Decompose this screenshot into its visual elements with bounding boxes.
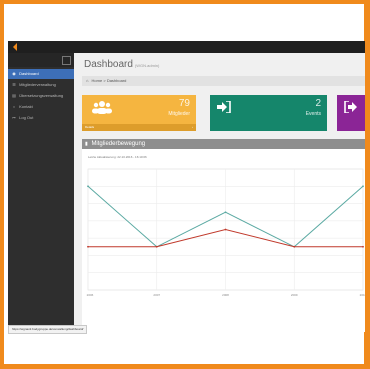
- frame-border-bottom: [0, 364, 370, 369]
- events-card[interactable]: 2 Events: [210, 95, 327, 131]
- browser-status-url: https://wgnav2.bodygruppe.de/verwaltung/…: [8, 325, 88, 334]
- events-count: 2: [315, 98, 321, 109]
- sidebar-item-uebersetzungsverwaltung[interactable]: ▤ Übersetzungsverwaltung: [8, 91, 74, 101]
- contact-icon: ○: [12, 104, 16, 109]
- chart-x-tick-label: 2007: [153, 293, 160, 297]
- sidebar: ◉ Dashboard ☰ Mitgliederverwaltung ▤ Übe…: [8, 53, 74, 332]
- members-card-footer[interactable]: Details ›: [82, 124, 196, 131]
- sidebar-item-label: Übersetzungsverwaltung: [19, 93, 64, 98]
- translate-icon: ▤: [12, 93, 16, 98]
- members-card-details-link[interactable]: Details: [85, 125, 94, 129]
- sidebar-item-dashboard[interactable]: ◉ Dashboard: [8, 69, 74, 79]
- chart-x-axis: 2006 2007 2008 2009 2010: [87, 293, 365, 297]
- sidebar-item-kontakt[interactable]: ○ Kontakt: [8, 102, 74, 112]
- members-label: Mitglieder: [168, 111, 190, 117]
- chart-point-1-2008[interactable]: [224, 211, 227, 214]
- chart-point-2-2006[interactable]: [87, 245, 89, 248]
- chart-point-2-2008[interactable]: [224, 228, 227, 231]
- panel-header: ▮ Mitgliederbewegung: [82, 139, 365, 149]
- brand-logo-icon[interactable]: [13, 43, 17, 51]
- sidebar-item-label: Dashboard: [19, 71, 39, 76]
- panel-last-updated: Letzte Aktualisierung: 22.10.2016 - 16:1…: [88, 155, 147, 159]
- panel-title: Mitgliederbewegung: [91, 141, 146, 147]
- page-title: Dashboard (WGN.admin): [84, 59, 159, 70]
- sidebar-item-mitgliederverwaltung[interactable]: ☰ Mitgliederverwaltung: [8, 80, 74, 90]
- chart-x-tick-label: 2009: [291, 293, 298, 297]
- sign-out-icon: [344, 100, 358, 116]
- home-icon: ⌂: [86, 78, 89, 83]
- sidebar-item-label: Log Out: [19, 115, 34, 120]
- sidebar-search[interactable]: [8, 53, 74, 67]
- frame-border-top: [0, 0, 370, 4]
- chart-x-tick-label: 2010: [360, 293, 365, 297]
- member-movement-panel: ▮ Mitgliederbewegung Letzte Aktualisieru…: [82, 139, 365, 332]
- top-navbar: [8, 41, 365, 53]
- logout-card[interactable]: [337, 95, 365, 131]
- chart-x-tick-label: 2006: [87, 293, 94, 297]
- breadcrumb: ⌂ Home > Dashboard: [82, 76, 365, 86]
- logout-icon: ↦: [12, 115, 16, 120]
- users-icon: ☰: [12, 82, 16, 87]
- chart-point-2-2007[interactable]: [155, 245, 158, 248]
- sidebar-search-button[interactable]: [62, 56, 71, 65]
- breadcrumb-home-link[interactable]: Home: [92, 78, 103, 83]
- chart-point-2-2010[interactable]: [362, 245, 364, 248]
- page-title-text: Dashboard: [84, 59, 133, 70]
- chart-point-2-2009[interactable]: [293, 245, 296, 248]
- arrow-right-icon: ›: [192, 125, 193, 129]
- users-icon: [92, 100, 112, 117]
- sidebar-item-logout[interactable]: ↦ Log Out: [8, 113, 74, 123]
- sidebar-item-label: Kontakt: [19, 104, 33, 109]
- dashboard-icon: ◉: [12, 71, 16, 76]
- chart-point-1-2010[interactable]: [362, 185, 364, 188]
- breadcrumb-separator: >: [103, 78, 106, 83]
- events-label: Events: [305, 111, 321, 117]
- chart-x-tick-label: 2008: [222, 293, 229, 297]
- breadcrumb-current: Dashboard: [106, 78, 127, 83]
- sign-in-icon: [217, 100, 231, 116]
- frame-border-left: [0, 0, 4, 369]
- chart-point-1-2006[interactable]: [87, 185, 89, 188]
- members-count: 79: [178, 98, 190, 109]
- chart-icon: ▮: [85, 141, 88, 147]
- main-content: Dashboard (WGN.admin) ⌂ Home > Dashboard …: [74, 53, 365, 332]
- sidebar-item-label: Mitgliederverwaltung: [19, 82, 56, 87]
- members-card[interactable]: 79 Mitglieder Details ›: [82, 95, 196, 131]
- page-subtitle: (WGN.admin): [134, 63, 160, 68]
- member-movement-chart: 2006 2007 2008 2009 2010: [87, 168, 365, 297]
- screenshot-frame: ◉ Dashboard ☰ Mitgliederverwaltung ▤ Übe…: [0, 0, 370, 369]
